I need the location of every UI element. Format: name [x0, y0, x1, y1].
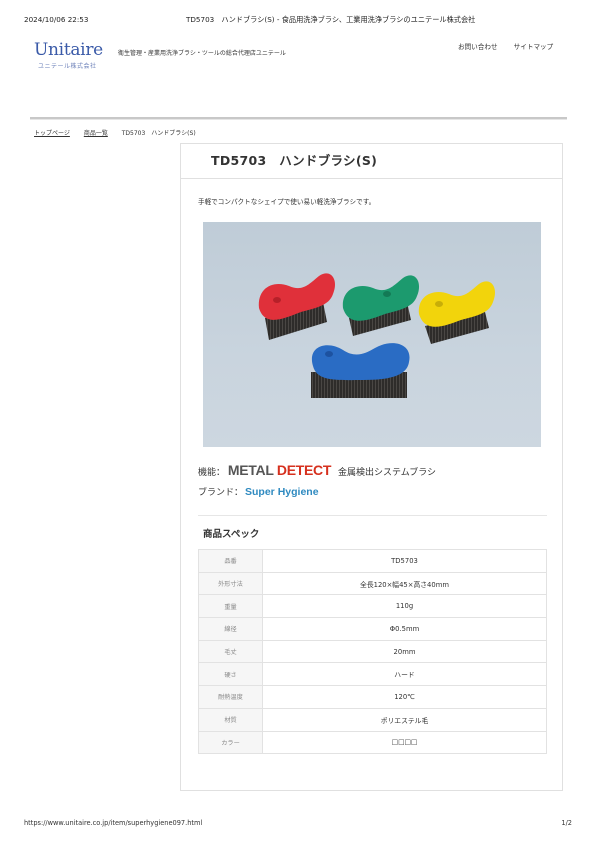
blue-brush — [311, 343, 410, 398]
print-page-title: TD5703 ハンドブラシ(S) - 食品用洗浄ブラシ、工業用洗浄ブラシのユニテ… — [186, 15, 476, 24]
nav-contact-link[interactable]: お問い合わせ — [458, 43, 498, 51]
metal-detect-logo: METAL DETECT — [227, 462, 332, 478]
table-row: 毛丈 20mm — [198, 639, 547, 664]
breadcrumb: トップページ 商品一覧 TD5703 ハンドブラシ(S) — [34, 128, 196, 137]
table-row: カラー □□□□ — [198, 730, 547, 755]
feature-label: 機能： — [198, 468, 226, 478]
print-datetime: 2024/10/06 22:53 — [24, 15, 89, 24]
table-row: 硬さ ハード — [198, 662, 547, 687]
print-page-number: 1/2 — [561, 819, 572, 827]
logo-subtext: ユニテール株式会社 — [38, 63, 97, 70]
product-panel: TD5703 ハンドブラシ(S) 手軽でコンパクトなシェイプで使い易い軽洗浄ブラ… — [180, 143, 563, 791]
metal-detect-logo-detect: DETECT — [276, 462, 332, 478]
spec-value: TD5703 — [262, 549, 547, 573]
logo-text: Unitaire — [34, 40, 103, 60]
feature-description: 金属検出システムブラシ — [338, 468, 437, 478]
spec-value: Φ0.5mm — [262, 617, 547, 641]
spec-value: 110g — [262, 594, 547, 619]
spec-key: 耐熱温度 — [198, 685, 263, 709]
table-row: 耐熱温度 120℃ — [198, 685, 547, 709]
spec-divider — [198, 515, 547, 516]
red-brush — [258, 273, 336, 340]
spec-value: ポリエステル毛 — [262, 707, 547, 732]
print-footer: https://www.unitaire.co.jp/item/superhyg… — [24, 819, 572, 827]
spec-table: 品番 TD5703 外形寸法 全長120×幅45×高さ40mm 重量 110g 線径 Φ… — [198, 549, 547, 755]
table-row: 材質 ポリエステル毛 — [198, 707, 547, 732]
breadcrumb-current: TD5703 ハンドブラシ(S) — [121, 130, 196, 137]
spec-value: □□□□ — [262, 730, 547, 755]
product-title: TD5703 ハンドブラシ(S) — [181, 144, 562, 179]
brand-value: Super Hygiene — [245, 486, 319, 498]
spec-key: 品番 — [198, 549, 263, 573]
brand-line: ブランド： Super Hygiene — [198, 485, 319, 498]
green-brush — [342, 275, 420, 336]
spec-heading: 商品スペック — [203, 529, 260, 540]
spec-value: 全長120×幅45×高さ40mm — [262, 571, 547, 596]
brush-photo-illustration — [258, 273, 496, 398]
yellow-brush — [418, 281, 496, 344]
product-description: 手軽でコンパクトなシェイプで使い易い軽洗浄ブラシです。 — [198, 198, 376, 206]
feature-line: 機能： METAL DETECT 金属検出システムブラシ — [198, 462, 436, 478]
table-row: 品番 TD5703 — [198, 549, 547, 573]
breadcrumb-products-link[interactable]: 商品一覧 — [84, 130, 108, 137]
spec-key: 重量 — [198, 594, 263, 619]
spec-value: 120℃ — [262, 685, 547, 709]
site-tagline: 衛生管理・産業用洗浄ブラシ・ツールの総合代理店ユニテール — [118, 50, 286, 57]
metal-detect-logo-metal: METAL — [227, 462, 274, 478]
table-row: 外形寸法 全長120×幅45×高さ40mm — [198, 571, 547, 596]
spec-key: 材質 — [198, 707, 263, 732]
spec-key: 線径 — [198, 617, 263, 641]
table-row: 重量 110g — [198, 594, 547, 619]
print-url: https://www.unitaire.co.jp/item/superhyg… — [24, 819, 203, 827]
spec-key: カラー — [198, 730, 263, 755]
brand-label: ブランド： — [198, 488, 244, 498]
breadcrumb-top-link[interactable]: トップページ — [34, 130, 70, 137]
top-nav: お問い合わせ サイトマップ — [458, 41, 567, 51]
spec-key: 毛丈 — [198, 639, 263, 664]
table-row: 線径 Φ0.5mm — [198, 617, 547, 641]
header-divider — [30, 117, 567, 120]
site-logo[interactable]: Unitaire ユニテール株式会社 — [34, 40, 103, 70]
product-photo — [203, 222, 541, 447]
spec-value: 20mm — [262, 639, 547, 664]
spec-key: 硬さ — [198, 662, 263, 687]
nav-sitemap-link[interactable]: サイトマップ — [514, 43, 554, 51]
spec-key: 外形寸法 — [198, 571, 263, 596]
spec-value: ハード — [262, 662, 547, 687]
